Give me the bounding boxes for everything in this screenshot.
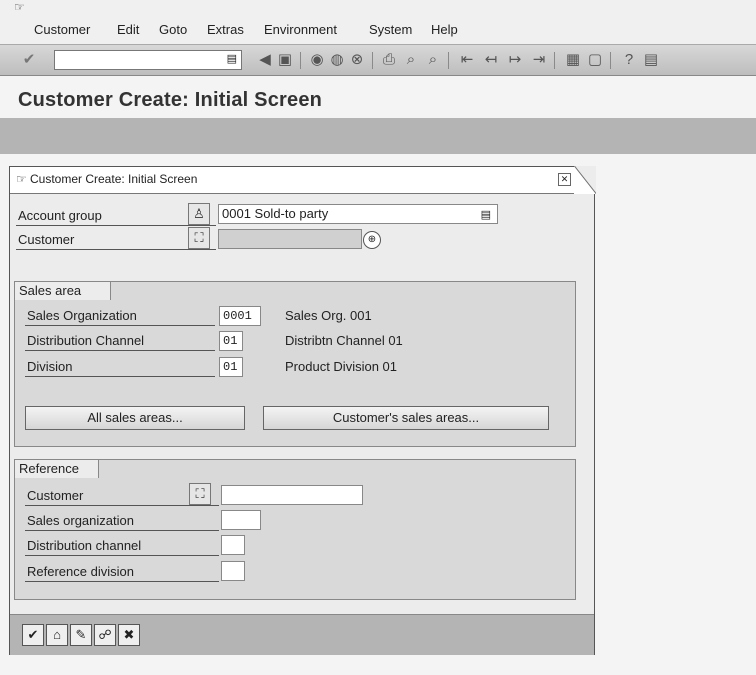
dialog-button-bar: ✔ ⌂ ✎ ☍ ✖: [10, 614, 594, 655]
customer-label: Customer: [18, 232, 75, 247]
division-description: Product Division 01: [285, 359, 397, 374]
dist-channel-field[interactable]: 01: [219, 331, 243, 351]
standard-toolbar: ✔ ▤ ◀ ▣ ◉ ◍ ⊗ ⎙ ⌕ ⌕ ⇤ ↤ ↦ ⇥ ▦ ▢ ? ▤: [0, 44, 756, 76]
sales-area-heading: Sales area: [15, 282, 111, 300]
account-group-label: Account group: [18, 208, 102, 223]
person-icon: ♙: [193, 206, 205, 221]
menu-extras[interactable]: Extras: [207, 22, 244, 37]
toolbar-separator: [372, 52, 373, 69]
reference-heading: Reference: [15, 460, 99, 478]
shortcut-icon[interactable]: ▢: [586, 51, 604, 69]
reference-group: Reference Customer ⛶ Sales organization …: [14, 459, 576, 600]
menu-system[interactable]: System: [369, 22, 412, 37]
command-dropdown-icon[interactable]: ▤: [227, 52, 237, 65]
label-underline: [16, 225, 216, 226]
dropdown-icon[interactable]: ▤: [481, 206, 491, 224]
label-underline: [25, 555, 219, 556]
continue-icon[interactable]: ✔: [22, 624, 44, 646]
menu-edit[interactable]: Edit: [117, 22, 139, 37]
ref-division-field[interactable]: [221, 561, 245, 581]
label-underline: [25, 325, 215, 326]
menu-bar: ☞ Customer Edit Goto Extras Environment …: [0, 0, 756, 44]
titlebar-corner: [574, 166, 596, 194]
last-page-icon[interactable]: ⇥: [530, 51, 548, 69]
sales-area-group: Sales area Sales Organization 0001 Sales…: [14, 281, 576, 447]
save-icon[interactable]: ▣: [276, 51, 294, 69]
ref-dist-channel-label: Distribution channel: [27, 538, 142, 553]
previous-page-icon[interactable]: ↤: [482, 51, 500, 69]
back-arrow-icon[interactable]: ◀: [256, 51, 274, 69]
label-underline: [25, 376, 215, 377]
label-underline: [25, 530, 219, 531]
label-underline: [25, 505, 219, 506]
ref-division-label: Reference division: [27, 564, 134, 579]
division-field[interactable]: 01: [219, 357, 243, 377]
toolbar-separator: [448, 52, 449, 69]
customer-field[interactable]: [218, 229, 362, 249]
create-session-icon[interactable]: ▦: [564, 51, 582, 69]
command-field[interactable]: ▤: [54, 50, 242, 70]
menu-environment[interactable]: Environment: [264, 22, 337, 37]
sales-org-description: Sales Org. 001: [285, 308, 372, 323]
label-underline: [16, 249, 216, 250]
cancel-icon[interactable]: ✖: [118, 624, 140, 646]
sales-org-field[interactable]: 0001: [219, 306, 261, 326]
dist-channel-label: Distribution Channel: [27, 333, 145, 348]
label-underline: [25, 350, 215, 351]
close-icon[interactable]: ✕: [558, 173, 571, 186]
menu-customer[interactable]: Customer: [34, 22, 90, 37]
label-underline: [25, 581, 219, 582]
all-sales-areas-button[interactable]: All sales areas...: [25, 406, 245, 430]
ref-dist-channel-field[interactable]: [221, 535, 245, 555]
dialog-title: Customer Create: Initial Screen: [30, 172, 198, 186]
organizational-levels-icon[interactable]: ⌂: [46, 624, 68, 646]
application-toolbar: [0, 118, 756, 154]
ref-sales-org-label: Sales organization: [27, 513, 134, 528]
account-group-value: 0001 Sold-to party: [222, 206, 329, 221]
ref-sales-org-field[interactable]: [221, 510, 261, 530]
toolbar-separator: [554, 52, 555, 69]
edit-icon[interactable]: ✎: [70, 624, 92, 646]
link-icon[interactable]: ☍: [94, 624, 116, 646]
find-next-icon[interactable]: ⌕: [424, 51, 442, 69]
app-menu-icon[interactable]: ☞: [14, 1, 28, 13]
account-group-help-button[interactable]: ♙: [188, 203, 210, 225]
next-page-icon[interactable]: ↦: [506, 51, 524, 69]
help-icon[interactable]: ?: [620, 51, 638, 69]
customers-sales-areas-button[interactable]: Customer's sales areas...: [263, 406, 549, 430]
sales-org-label: Sales Organization: [27, 308, 137, 323]
binoculars-icon: ⛶: [194, 230, 204, 245]
account-group-field[interactable]: 0001 Sold-to party ▤: [218, 204, 498, 224]
ref-customer-label: Customer: [27, 488, 84, 503]
toolbar-separator: [300, 52, 301, 69]
enter-icon[interactable]: ✔: [20, 51, 38, 69]
ref-customer-search-button[interactable]: ⛶: [189, 483, 211, 505]
print-icon[interactable]: ⎙: [380, 51, 398, 69]
ref-customer-field[interactable]: [221, 485, 363, 505]
binoculars-icon: ⛶: [195, 486, 205, 501]
menu-goto[interactable]: Goto: [159, 22, 187, 37]
layout-icon[interactable]: ▤: [642, 51, 660, 69]
toolbar-separator: [610, 52, 611, 69]
dialog-titlebar: ☞ Customer Create: Initial Screen ✕: [10, 166, 596, 194]
division-label: Division: [27, 359, 73, 374]
first-page-icon[interactable]: ⇤: [458, 51, 476, 69]
back-icon[interactable]: ◉: [308, 51, 326, 69]
exit-icon[interactable]: ◍: [328, 51, 346, 69]
dist-channel-description: Distribtn Channel 01: [285, 333, 403, 348]
find-icon[interactable]: ⌕: [402, 51, 420, 69]
cancel-icon[interactable]: ⊗: [348, 51, 366, 69]
menu-help[interactable]: Help: [431, 22, 458, 37]
create-customer-dialog: ☞ Customer Create: Initial Screen ✕ Acco…: [9, 166, 596, 655]
page-title: Customer Create: Initial Screen: [18, 89, 323, 111]
customer-search-button[interactable]: ⛶: [188, 227, 210, 249]
matchcode-icon[interactable]: ⊕: [363, 231, 381, 249]
dialog-icon: ☞: [16, 172, 27, 186]
